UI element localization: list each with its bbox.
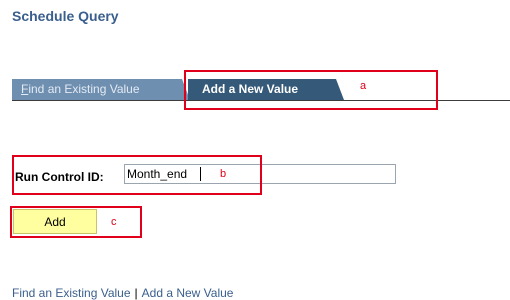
annotation-label-c: c <box>111 216 117 228</box>
page-title: Schedule Query <box>12 8 119 24</box>
tab-find-existing-label: ind an Existing Value <box>28 82 140 96</box>
tab-find-existing-value[interactable]: Find an Existing Value <box>12 79 190 100</box>
annotation-label-b: b <box>220 168 227 180</box>
annotation-box-a <box>184 70 438 110</box>
annotation-box-c <box>10 206 142 238</box>
annotation-label-a: a <box>360 80 367 92</box>
